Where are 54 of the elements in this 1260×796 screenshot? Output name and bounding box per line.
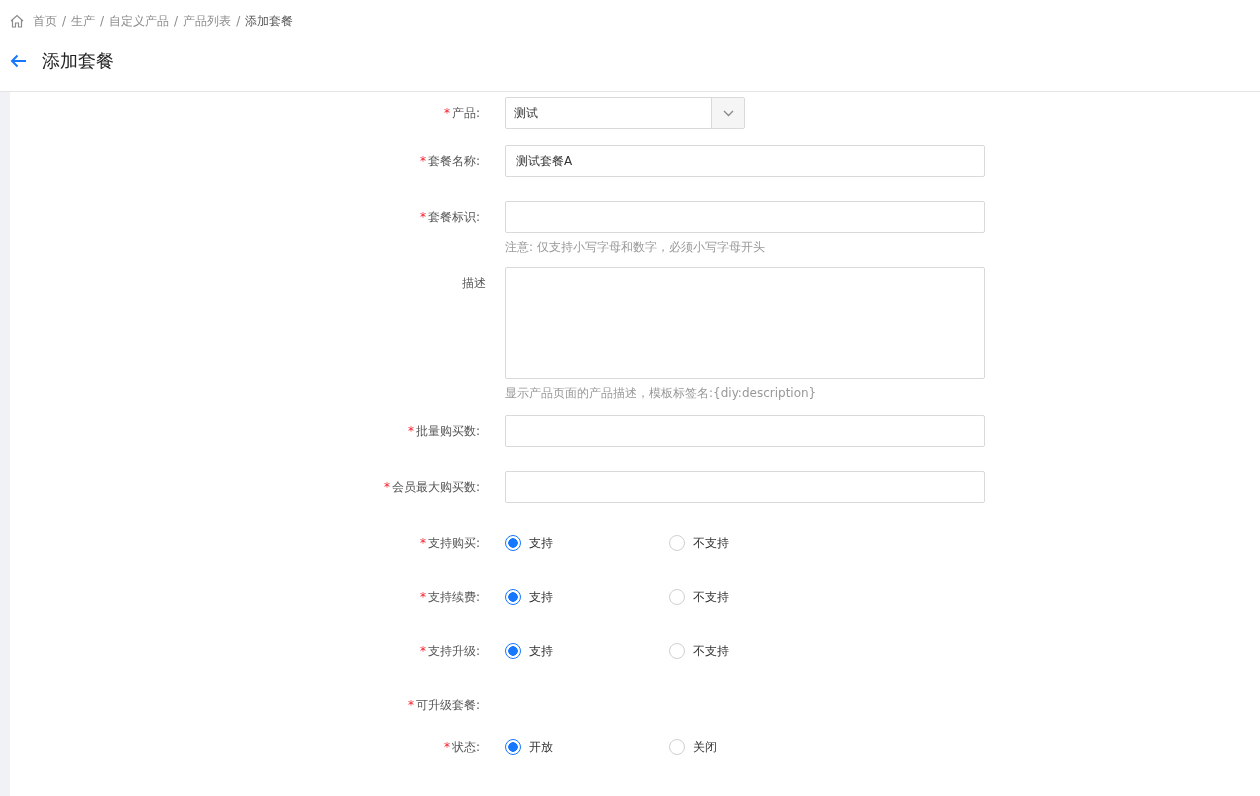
breadcrumb-separator: / [236,14,241,28]
required-mark: * [419,644,426,658]
hint-text: 注意: 仅支持小写字母和数字，必须小写字母开头 [505,239,766,256]
breadcrumb-separator: / [62,14,67,28]
radio-button[interactable] [505,535,521,551]
required-mark: * [419,154,426,168]
required-mark: * [443,740,450,754]
radio-label[interactable]: 不支持 [693,588,729,606]
input-field[interactable] [505,471,985,503]
input-field[interactable] [505,201,985,233]
page-title: 添加套餐 [42,49,114,73]
radio-label[interactable]: 支持 [529,534,553,552]
field-label: 会员最大购买数: [391,478,480,496]
input-field[interactable]: 测试套餐A [505,145,985,177]
radio-label[interactable]: 开放 [529,738,553,756]
field-label: 套餐名称: [427,152,480,170]
required-mark: * [443,106,450,120]
breadcrumb-item: 添加套餐 [245,12,294,30]
field-label: 套餐标识: [427,208,480,226]
radio-label[interactable]: 关闭 [693,738,717,756]
back-arrow-icon[interactable] [10,54,27,68]
radio-label[interactable]: 不支持 [693,642,729,660]
radio-button[interactable] [505,739,521,755]
field-label: 支持升级: [427,642,480,660]
breadcrumb-item[interactable]: 生产 [71,12,96,30]
field-label: 描述 [462,275,486,292]
hint-text: 显示产品页面的产品描述，模板标签名:{diy:description} [505,385,818,402]
field-label: 产品: [451,104,480,122]
chevron-down-icon [722,109,734,117]
home-icon[interactable] [10,14,24,28]
breadcrumb-item[interactable]: 自定义产品 [109,12,170,30]
product-select[interactable]: 测试 [505,97,745,129]
field-label: 批量购买数: [415,422,480,440]
radio-label[interactable]: 支持 [529,588,553,606]
breadcrumb-separator: / [174,14,179,28]
required-mark: * [419,536,426,550]
field-label: 支持购买: [427,534,480,552]
required-mark: * [419,210,426,224]
textarea-field[interactable] [505,267,985,379]
breadcrumb-separator: / [100,14,105,28]
required-mark: * [407,424,414,438]
breadcrumb-item[interactable]: 首页 [33,12,57,30]
field-label: 支持续费: [427,588,480,606]
breadcrumb-item[interactable]: 产品列表 [183,12,232,30]
required-mark: * [419,590,426,604]
field-label: 可升级套餐: [415,696,480,714]
required-mark: * [407,698,414,712]
input-field[interactable] [505,415,985,447]
radio-button[interactable] [505,589,521,605]
field-label: 状态: [451,738,480,756]
radio-label[interactable]: 支持 [529,642,553,660]
radio-label[interactable]: 不支持 [693,534,729,552]
required-mark: * [383,480,390,494]
radio-button[interactable] [505,643,521,659]
